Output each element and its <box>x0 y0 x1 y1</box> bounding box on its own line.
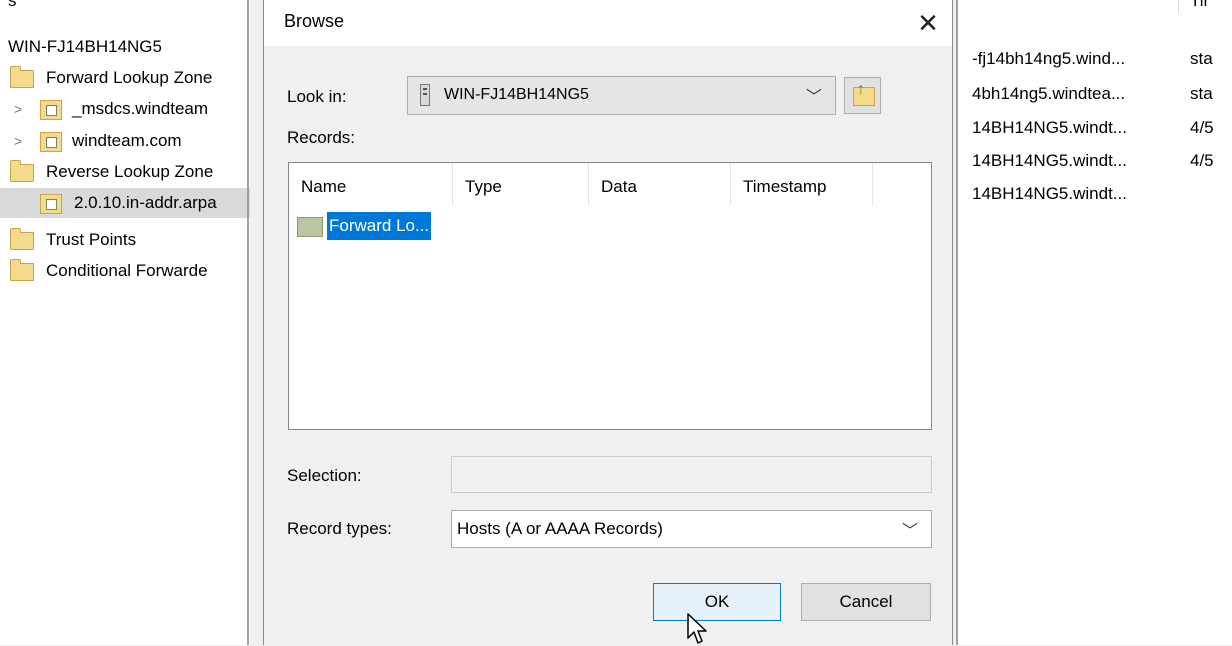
chevron-right-icon[interactable]: > <box>14 126 22 156</box>
list-cell: sta <box>1190 49 1213 68</box>
close-icon[interactable]: ✕ <box>904 0 952 46</box>
mouse-pointer-icon <box>687 613 707 644</box>
folder-icon <box>10 259 34 281</box>
list-column-header-fragment[interactable]: Tir <box>1190 0 1209 16</box>
column-separator <box>1178 0 1179 14</box>
chevron-down-icon: ﹀ <box>806 89 823 106</box>
tree-item-msdcs[interactable]: > _msdcs.windteam <box>8 94 250 124</box>
folder-icon <box>10 160 34 182</box>
browse-dialog: Browse ✕ Look in: WIN-FJ14BH14NG5 ﹀ ↑ Re… <box>263 0 953 645</box>
folder-icon <box>10 228 34 250</box>
selection-label: Selection: <box>287 466 362 485</box>
tree-item-windteam[interactable]: > windteam.com <box>8 126 250 156</box>
tree-item-label: Trust Points <box>46 230 137 249</box>
dialog-title: Browse <box>284 11 345 31</box>
up-one-level-button[interactable]: ↑ <box>844 77 881 114</box>
list-cell: 4/5 <box>1190 118 1214 137</box>
list-item[interactable]: 4bh14ng5.windtea... sta <box>972 79 1213 109</box>
list-item-label: Forward Lo... <box>327 212 432 240</box>
column-header-type[interactable]: Type <box>453 163 589 206</box>
list-cell: 14BH14NG5.windt... <box>972 184 1127 203</box>
list-cell: 14BH14NG5.windt... <box>972 118 1127 137</box>
folder-icon <box>10 66 34 88</box>
dialog-titlebar[interactable]: Browse ✕ <box>264 0 952 46</box>
records-list-panel: Tir -fj14bh14ng5.wind... sta 4bh14ng5.wi… <box>958 0 1232 645</box>
tree-item-reverse-zone-selected[interactable]: 2.0.10.in-addr.arpa <box>0 188 250 218</box>
panel-divider[interactable] <box>247 0 249 645</box>
list-cell: 4/5 <box>1190 151 1214 170</box>
folder-icon <box>297 217 323 237</box>
dns-tree-panel: s WIN-FJ14BH14NG5 Forward Lookup Zone > … <box>0 0 250 645</box>
ok-button[interactable]: OK <box>653 583 781 621</box>
look-in-value: WIN-FJ14BH14NG5 <box>444 86 589 103</box>
tree-item-trust-points[interactable]: Trust Points <box>8 225 250 255</box>
list-cell: -fj14bh14ng5.wind... <box>972 49 1126 68</box>
selection-field <box>451 456 932 493</box>
tree-item-reverse-lookup-zones[interactable]: Reverse Lookup Zone <box>8 157 250 187</box>
records-listview[interactable]: Name Type Data Timestamp Forward Lo... <box>288 162 932 430</box>
tree-item-label: Conditional Forwarde <box>46 261 208 280</box>
tree-item-label: _msdcs.windteam <box>72 99 209 118</box>
tree-item-label: Forward Lookup Zone <box>46 68 213 87</box>
tree-server-node[interactable]: WIN-FJ14BH14NG5 <box>8 32 162 62</box>
record-types-value: Hosts (A or AAAA Records) <box>457 519 663 538</box>
list-cell: 14BH14NG5.windt... <box>972 151 1127 170</box>
list-item[interactable]: 14BH14NG5.windt... 4/5 <box>972 146 1214 176</box>
tree-item-label: windteam.com <box>72 131 182 150</box>
column-header-data[interactable]: Data <box>589 163 731 206</box>
column-header-name[interactable]: Name <box>289 163 453 206</box>
record-types-label: Record types: <box>287 519 392 538</box>
tree-item-conditional-forwarders[interactable]: Conditional Forwarde <box>8 256 250 286</box>
zone-icon <box>40 100 62 120</box>
list-cell: 4bh14ng5.windtea... <box>972 84 1126 103</box>
chevron-right-icon[interactable]: > <box>14 94 22 124</box>
record-types-dropdown[interactable]: Hosts (A or AAAA Records) ﹀ <box>451 510 932 548</box>
list-item[interactable]: -fj14bh14ng5.wind... sta <box>972 44 1213 74</box>
tree-item-label: Reverse Lookup Zone <box>46 162 214 181</box>
list-item[interactable]: 14BH14NG5.windt... 4/5 <box>972 113 1214 143</box>
list-item[interactable]: 14BH14NG5.windt... <box>972 179 1127 209</box>
column-header-timestamp[interactable]: Timestamp <box>731 163 873 206</box>
look-in-dropdown[interactable]: WIN-FJ14BH14NG5 ﹀ <box>407 76 836 115</box>
zone-icon <box>40 194 62 214</box>
records-label: Records: <box>287 128 356 147</box>
server-icon <box>420 84 430 106</box>
tree-item-forward-lookup-zones[interactable]: Forward Lookup Zone <box>8 63 250 93</box>
zone-icon <box>40 132 62 152</box>
tree-item-label: 2.0.10.in-addr.arpa <box>74 193 217 212</box>
cancel-button[interactable]: Cancel <box>801 583 931 621</box>
tree-top-fragment: s <box>8 0 17 10</box>
look-in-label: Look in: <box>287 87 347 106</box>
chevron-down-icon: ﹀ <box>902 523 919 540</box>
up-arrow-icon: ↑ <box>857 81 865 98</box>
list-cell: sta <box>1190 84 1213 103</box>
